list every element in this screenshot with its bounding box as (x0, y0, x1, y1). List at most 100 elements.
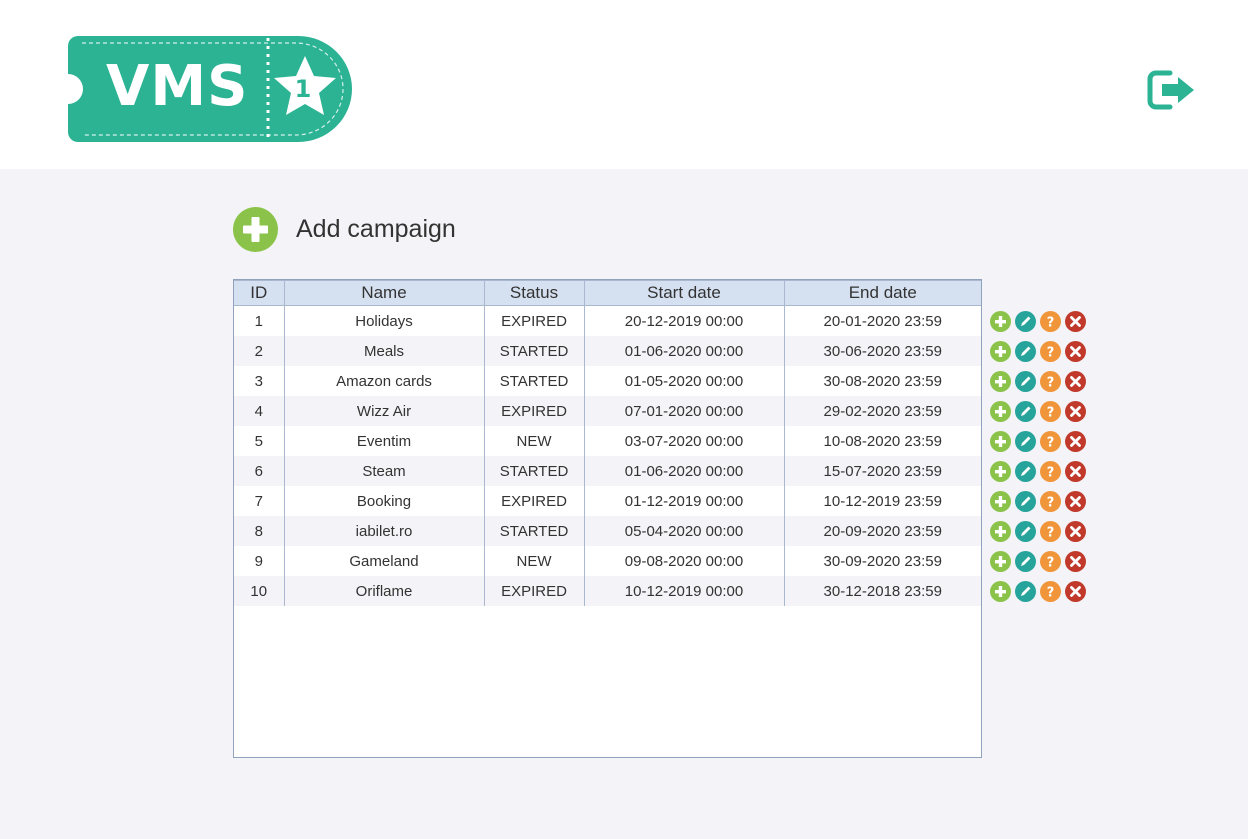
table-row[interactable]: 2 Meals STARTED 01-06-2020 00:00 30-06-2020 … (234, 336, 981, 366)
delete-row-button[interactable] (1065, 370, 1086, 392)
x-icon (1065, 580, 1086, 602)
help-row-button[interactable]: ? (1040, 430, 1061, 452)
delete-row-button[interactable] (1065, 430, 1086, 452)
svg-text:?: ? (1047, 375, 1055, 390)
help-row-button[interactable]: ? (1040, 310, 1061, 332)
add-row-button[interactable] (990, 340, 1011, 362)
help-row-button[interactable]: ? (1040, 400, 1061, 422)
add-row-button[interactable] (990, 460, 1011, 482)
edit-row-button[interactable] (1015, 310, 1036, 332)
question-icon: ? (1040, 460, 1061, 482)
column-header-name[interactable]: Name (283, 280, 484, 306)
table-row[interactable]: 8 iabilet.ro STARTED 05-04-2020 00:00 20-09-… (234, 516, 981, 546)
help-row-button[interactable]: ? (1040, 340, 1061, 362)
add-campaign-button[interactable]: Add campaign (233, 206, 456, 252)
delete-row-button[interactable] (1065, 580, 1086, 602)
table-row[interactable]: 3 Amazon cards STARTED 01-05-2020 00:00 30-0… (234, 366, 981, 396)
vms-logo[interactable]: VMS 1 (66, 34, 354, 144)
x-icon (1065, 550, 1086, 572)
pencil-icon (1015, 550, 1036, 572)
edit-row-button[interactable] (1015, 520, 1036, 542)
table-row[interactable]: 7 Booking EXPIRED 01-12-2019 00:00 10-12-201… (234, 486, 981, 516)
table-row[interactable]: 1 Holidays EXPIRED 20-12-2019 00:00 20-01-20… (234, 305, 981, 336)
cell-name: Eventim (283, 426, 484, 456)
help-row-button[interactable]: ? (1040, 370, 1061, 392)
action-row: ? (990, 576, 1090, 606)
help-row-button[interactable]: ? (1040, 520, 1061, 542)
add-row-button[interactable] (990, 490, 1011, 512)
question-icon: ? (1040, 310, 1061, 332)
cell-status: STARTED (483, 456, 584, 486)
delete-row-button[interactable] (1065, 310, 1086, 332)
cell-status: NEW (483, 546, 584, 576)
svg-text:?: ? (1047, 525, 1055, 540)
plus-circle-icon (233, 206, 278, 252)
delete-row-button[interactable] (1065, 400, 1086, 422)
delete-row-button[interactable] (1065, 340, 1086, 362)
cell-status: STARTED (483, 366, 584, 396)
cell-end-date: 10-08-2020 23:59 (783, 426, 981, 456)
action-row: ? (990, 426, 1090, 456)
table-row[interactable]: 5 Eventim NEW 03-07-2020 00:00 10-08-2020 23… (234, 426, 981, 456)
delete-row-button[interactable] (1065, 520, 1086, 542)
logout-button[interactable] (1146, 68, 1198, 112)
cell-end-date: 20-01-2020 23:59 (783, 305, 981, 336)
cell-end-date: 29-02-2020 23:59 (783, 396, 981, 426)
x-icon (1065, 400, 1086, 422)
help-row-button[interactable]: ? (1040, 490, 1061, 512)
cell-name: Holidays (283, 305, 484, 336)
cell-status: EXPIRED (483, 396, 584, 426)
column-header-id[interactable]: ID (234, 280, 284, 306)
table-header-row: ID Name Status Start date End date (234, 280, 981, 306)
cell-id: 3 (234, 366, 284, 396)
table-row[interactable]: 9 Gameland NEW 09-08-2020 00:00 30-09-2020 2… (234, 546, 981, 576)
add-row-button[interactable] (990, 550, 1011, 572)
question-icon: ? (1040, 370, 1061, 392)
help-row-button[interactable]: ? (1040, 580, 1061, 602)
pencil-icon (1015, 340, 1036, 362)
delete-row-button[interactable] (1065, 550, 1086, 572)
cell-id: 5 (234, 426, 284, 456)
edit-row-button[interactable] (1015, 490, 1036, 512)
cell-end-date: 20-09-2020 23:59 (783, 516, 981, 546)
column-header-start-date[interactable]: Start date (583, 280, 784, 306)
edit-row-button[interactable] (1015, 580, 1036, 602)
x-icon (1065, 520, 1086, 542)
table-row[interactable]: 4 Wizz Air EXPIRED 07-01-2020 00:00 29-02-20… (234, 396, 981, 426)
action-row: ? (990, 546, 1090, 576)
add-row-button[interactable] (990, 520, 1011, 542)
add-row-button[interactable] (990, 310, 1011, 332)
table-row[interactable]: 10 Oriflame EXPIRED 10-12-2019 00:00 30-12-2… (234, 576, 981, 606)
cell-status: EXPIRED (483, 486, 584, 516)
delete-row-button[interactable] (1065, 490, 1086, 512)
edit-row-button[interactable] (1015, 550, 1036, 572)
logo-text: VMS (106, 54, 249, 119)
edit-row-button[interactable] (1015, 400, 1036, 422)
x-icon (1065, 490, 1086, 512)
plus-icon (990, 490, 1011, 512)
help-row-button[interactable]: ? (1040, 460, 1061, 482)
delete-row-button[interactable] (1065, 460, 1086, 482)
edit-row-button[interactable] (1015, 460, 1036, 482)
add-row-button[interactable] (990, 580, 1011, 602)
edit-row-button[interactable] (1015, 430, 1036, 452)
add-row-button[interactable] (990, 430, 1011, 452)
add-row-button[interactable] (990, 400, 1011, 422)
x-icon (1065, 430, 1086, 452)
x-icon (1065, 340, 1086, 362)
add-row-button[interactable] (990, 370, 1011, 392)
column-header-end-date[interactable]: End date (783, 280, 981, 306)
help-row-button[interactable]: ? (1040, 550, 1061, 572)
column-header-status[interactable]: Status (483, 280, 584, 306)
table-row[interactable]: 6 Steam STARTED 01-06-2020 00:00 15-07-2020 … (234, 456, 981, 486)
cell-id: 9 (234, 546, 284, 576)
edit-row-button[interactable] (1015, 340, 1036, 362)
cell-id: 10 (234, 576, 284, 606)
cell-start-date: 05-04-2020 00:00 (583, 516, 784, 546)
cell-name: Amazon cards (283, 366, 484, 396)
pencil-icon (1015, 460, 1036, 482)
edit-row-button[interactable] (1015, 370, 1036, 392)
question-icon: ? (1040, 430, 1061, 452)
row-actions: ?????????? (990, 306, 1090, 606)
plus-icon (990, 430, 1011, 452)
